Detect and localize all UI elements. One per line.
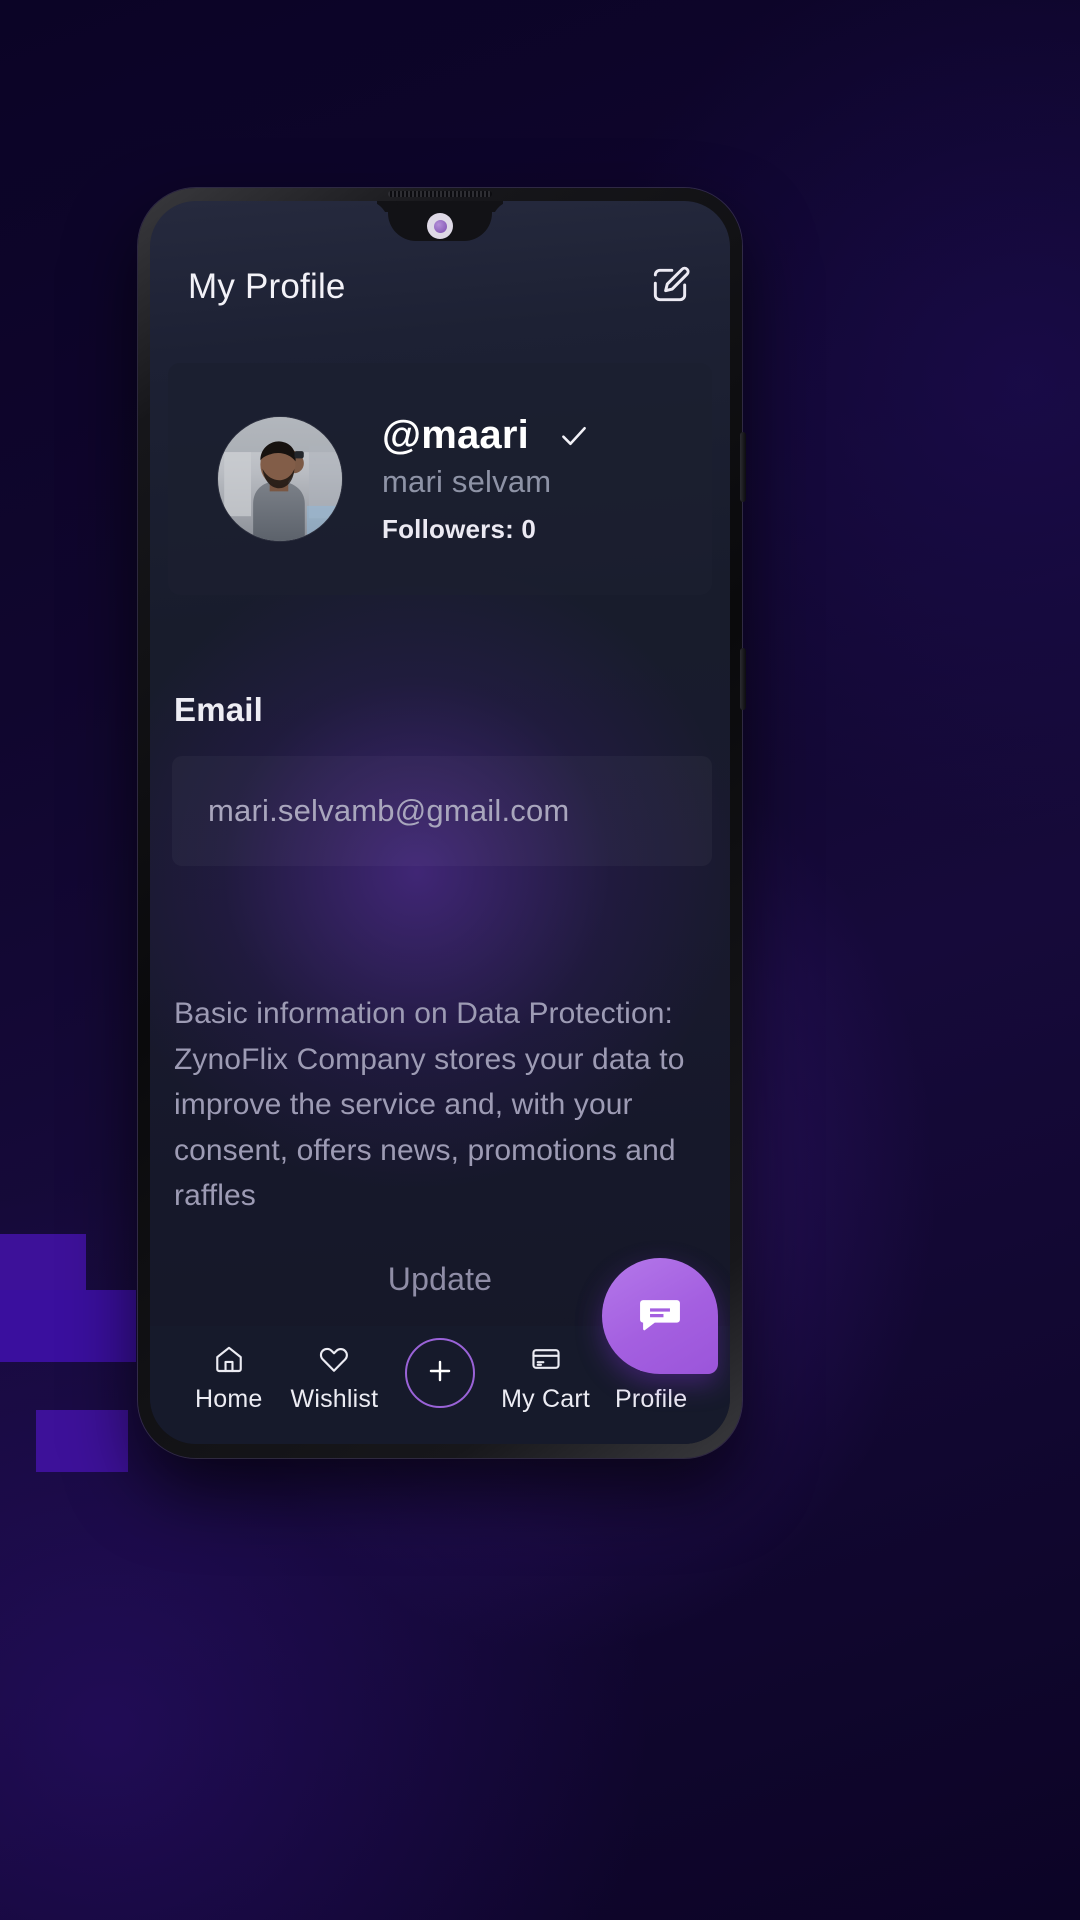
add-circle[interactable]: [404, 1338, 475, 1408]
nav-label-home: Home: [195, 1385, 263, 1413]
nav-item-home[interactable]: Home: [176, 1342, 282, 1414]
check-verified-icon: [557, 419, 591, 453]
edit-pencil-icon: [648, 263, 692, 312]
phone-power-button: [740, 648, 746, 710]
nav-label-my-cart: My Cart: [501, 1385, 591, 1413]
phone-screen: My Profile @maari mari selvam Followers:…: [150, 201, 730, 1444]
followers-count: Followers: 0: [382, 514, 537, 544]
nav-label-profile: Profile: [615, 1385, 688, 1413]
chat-fab-button[interactable]: [602, 1258, 718, 1374]
email-value: mari.selvamb@gmail.com: [208, 793, 570, 828]
app-header: My Profile: [150, 263, 730, 311]
heart-icon: [318, 1342, 350, 1376]
email-input[interactable]: mari.selvamb@gmail.com: [172, 756, 712, 866]
nav-item-my-cart[interactable]: My Cart: [493, 1342, 599, 1414]
decor-square-3: [36, 1410, 128, 1472]
phone-volume-button: [740, 432, 746, 502]
profile-handle: @maari: [382, 413, 529, 457]
front-camera-icon: [427, 213, 453, 239]
nav-item-add[interactable]: [387, 1338, 493, 1408]
profile-meta: @maari mari selvam Followers: 0: [382, 413, 591, 545]
nav-label-wishlist: Wishlist: [290, 1385, 379, 1413]
home-icon: [213, 1342, 245, 1376]
decor-square-2: [0, 1290, 136, 1362]
credit-card-icon: [530, 1342, 562, 1376]
profile-fullname: mari selvam: [382, 464, 552, 499]
phone-earpiece-speaker: [388, 191, 492, 197]
handle-row: @maari: [382, 413, 591, 458]
data-protection-text: Basic information on Data Protection: Zy…: [174, 997, 685, 1213]
nav-item-wishlist[interactable]: Wishlist: [282, 1342, 388, 1414]
page-title: My Profile: [188, 267, 346, 306]
user-photo-avatar: [218, 417, 342, 541]
edit-profile-button[interactable]: [646, 263, 694, 311]
email-label: Email: [174, 691, 264, 728]
plus-icon: [423, 1354, 457, 1393]
chat-bubble-icon: [634, 1288, 686, 1345]
profile-card: @maari mari selvam Followers: 0: [168, 363, 712, 595]
avatar[interactable]: [218, 417, 342, 541]
phone-mockup-frame: My Profile @maari mari selvam Followers:…: [138, 188, 746, 1458]
